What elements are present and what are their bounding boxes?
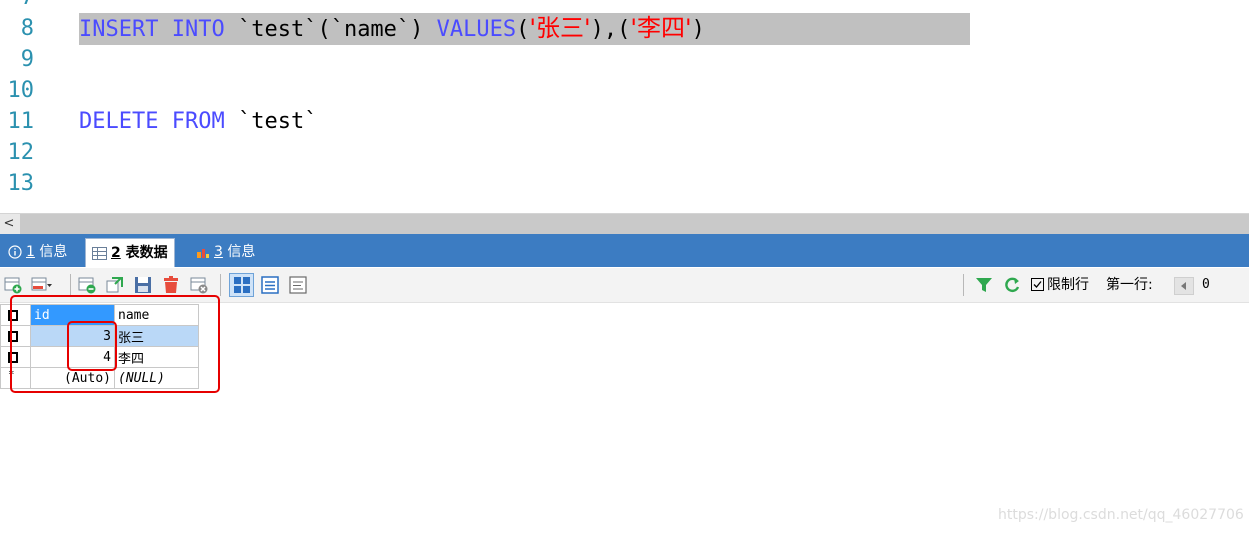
filter-icon[interactable] (975, 276, 993, 294)
tab-info-3[interactable]: 3 信息 (190, 238, 261, 267)
add-row-icon[interactable] (4, 276, 22, 294)
tab-number: 3 (214, 244, 223, 260)
save-icon[interactable] (134, 276, 152, 294)
grid-view-icon (234, 277, 250, 293)
sql-editor[interactable]: 7 8 INSERT INTO `test`(`name`) VALUES('张… (0, 0, 1249, 214)
first-row-input[interactable]: 0 (1202, 268, 1210, 302)
scrollbar-thumb[interactable] (20, 214, 1249, 234)
result-tabs: 1 信息 2 表数据 3 信息 (0, 234, 1249, 267)
refresh-icon[interactable] (1003, 276, 1021, 294)
tab-label: 信息 (39, 244, 68, 260)
table-identifier: `test` (237, 17, 318, 42)
keyword: DELETE (79, 109, 159, 134)
form-view-icon[interactable] (261, 276, 279, 294)
string-literal: '李四' (630, 14, 692, 42)
cancel-changes-icon[interactable] (190, 276, 208, 294)
insert-row-icon[interactable] (78, 276, 96, 294)
paren: ) (691, 17, 705, 42)
line-number: 8 (20, 16, 34, 41)
first-row-label: 第一行: (1106, 277, 1153, 293)
scroll-left-arrow[interactable]: < (2, 216, 16, 232)
keyword: INSERT (79, 17, 159, 42)
arrow-left-icon (1181, 282, 1186, 290)
line-number: 12 (7, 140, 35, 165)
info-icon (8, 245, 22, 259)
table-icon (92, 246, 107, 260)
tab-table-data[interactable]: 2 表数据 (85, 238, 175, 267)
watermark: https://blog.csdn.net/qq_46027706 (998, 507, 1244, 523)
line-number: 10 (7, 78, 35, 103)
toolbar-divider (220, 274, 221, 296)
line-number: 7 (0, 0, 34, 13)
line-number: 11 (7, 109, 35, 134)
checkbox[interactable] (1031, 277, 1044, 291)
duplicate-row-icon[interactable] (106, 276, 124, 294)
toolbar-divider (70, 274, 71, 296)
grid-menu-icon[interactable] (31, 276, 53, 294)
column-identifier: (`name`) (317, 17, 424, 42)
chart-icon (197, 249, 209, 258)
tab-number: 2 (111, 245, 121, 261)
keyword: INTO (171, 17, 225, 42)
string-literal: '张三' (529, 14, 591, 42)
limit-rows-toggle[interactable]: 限制行 (1031, 268, 1089, 302)
text-view-icon[interactable] (289, 276, 307, 294)
separator: ),( (590, 17, 631, 42)
keyword: VALUES (436, 17, 517, 42)
annotation-box-ids (67, 321, 117, 371)
paren: ( (516, 17, 530, 42)
tab-label: 信息 (227, 244, 256, 260)
toolbar-divider (963, 274, 964, 296)
check-icon (1033, 280, 1042, 288)
tab-info-1[interactable]: 1 信息 (2, 238, 73, 267)
code-line-delete[interactable]: DELETE FROM `test` (79, 106, 317, 137)
table-identifier: `test` (237, 109, 318, 134)
horizontal-scrollbar[interactable]: < (0, 213, 1249, 234)
tab-label: 表数据 (125, 245, 168, 261)
grid-view-button[interactable] (229, 273, 254, 297)
line-number: 9 (20, 47, 34, 72)
tab-number: 1 (26, 244, 35, 260)
keyword: FROM (171, 109, 225, 134)
line-number: 13 (7, 171, 35, 196)
prev-page-button[interactable] (1174, 277, 1194, 295)
delete-row-icon[interactable] (162, 276, 180, 294)
limit-rows-label: 限制行 (1047, 277, 1089, 293)
code-line-insert[interactable]: INSERT INTO `test`(`name`) VALUES('张三'),… (79, 13, 970, 45)
